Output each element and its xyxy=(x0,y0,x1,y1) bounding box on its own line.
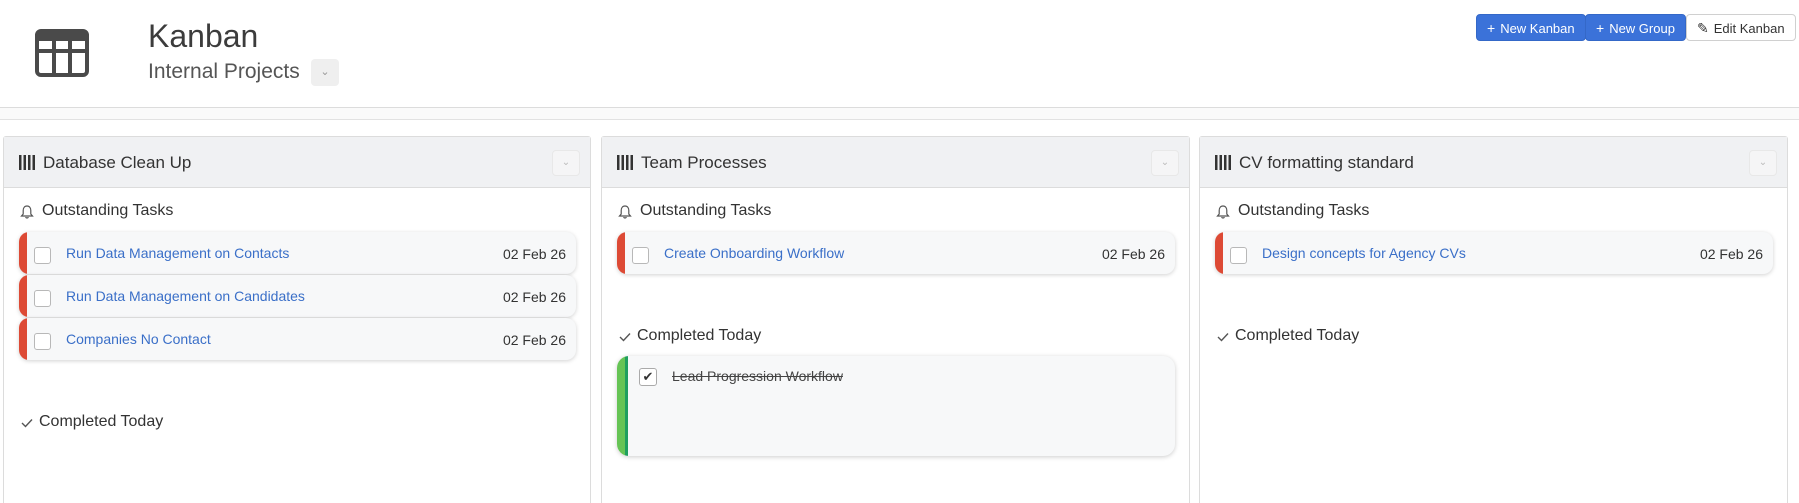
check-icon: ✔ xyxy=(642,369,654,384)
kanban-column: CV formatting standard ⌄ Outstanding Tas… xyxy=(1199,136,1788,503)
task-due-date: 02 Feb 26 xyxy=(1699,246,1763,262)
check-icon xyxy=(619,333,631,342)
overdue-stripe xyxy=(617,232,625,274)
completed-today-heading: Completed Today xyxy=(637,327,762,344)
check-icon xyxy=(21,419,33,428)
column-header: CV formatting standard ⌄ xyxy=(1200,137,1787,188)
columns-icon xyxy=(617,155,633,170)
kanban-selector-dropdown[interactable]: ⌄ xyxy=(311,59,339,86)
completed-task-card[interactable]: ✔ Lead Progression Workflow xyxy=(617,356,1175,456)
completed-today-heading: Completed Today xyxy=(39,413,164,430)
edit-kanban-button[interactable]: ✎ Edit Kanban xyxy=(1686,14,1796,41)
task-due-date: 02 Feb 26 xyxy=(502,246,566,262)
columns-icon xyxy=(1215,155,1231,170)
column-title: Team Processes xyxy=(641,153,767,172)
new-kanban-button[interactable]: + New Kanban xyxy=(1476,14,1586,41)
column-menu-button[interactable]: ⌄ xyxy=(1151,150,1179,176)
task-card[interactable]: Run Data Management on Contacts 02 Feb 2… xyxy=(19,232,576,274)
page-title: Kanban xyxy=(148,18,259,54)
outstanding-tasks-heading: Outstanding Tasks xyxy=(1238,202,1370,219)
task-link[interactable]: Run Data Management on Contacts xyxy=(66,245,289,261)
task-due-date: 02 Feb 26 xyxy=(502,289,566,305)
column-title: Database Clean Up xyxy=(43,153,192,172)
kanban-selector-label: Internal Projects xyxy=(148,60,300,83)
page-header: Kanban Internal Projects ⌄ + New Kanban +… xyxy=(0,0,1799,108)
task-checkbox[interactable] xyxy=(34,290,51,307)
task-link[interactable]: Design concepts for Agency CVs xyxy=(1262,245,1466,261)
check-icon xyxy=(1217,333,1229,342)
outstanding-tasks-heading: Outstanding Tasks xyxy=(42,202,174,219)
task-checkbox[interactable] xyxy=(632,247,649,264)
task-card[interactable]: Create Onboarding Workflow 02 Feb 26 xyxy=(617,232,1175,274)
table-icon xyxy=(35,29,89,77)
task-card[interactable]: Companies No Contact 02 Feb 26 xyxy=(19,318,576,360)
outstanding-tasks-heading: Outstanding Tasks xyxy=(640,202,772,219)
task-card[interactable]: Design concepts for Agency CVs 02 Feb 26 xyxy=(1215,232,1773,274)
chevron-down-icon: ⌄ xyxy=(1758,157,1768,168)
task-link[interactable]: Run Data Management on Candidates xyxy=(66,288,305,304)
column-title: CV formatting standard xyxy=(1239,153,1414,172)
columns-icon xyxy=(19,155,35,170)
task-due-date: 02 Feb 26 xyxy=(502,332,566,348)
overdue-stripe xyxy=(19,232,27,274)
chevron-down-icon: ⌄ xyxy=(561,157,571,168)
kanban-column: Database Clean Up ⌄ Outstanding Tasks Ru… xyxy=(3,136,591,503)
task-checkbox[interactable] xyxy=(34,333,51,350)
done-stripe xyxy=(617,356,625,456)
bell-icon xyxy=(1216,205,1230,219)
task-due-date: 02 Feb 26 xyxy=(1101,246,1165,262)
task-checkbox-checked[interactable]: ✔ xyxy=(639,368,657,386)
column-header: Database Clean Up ⌄ xyxy=(4,137,590,188)
column-header: Team Processes ⌄ xyxy=(602,137,1189,188)
task-card[interactable]: Run Data Management on Candidates 02 Feb… xyxy=(19,275,576,317)
overdue-stripe xyxy=(1215,232,1223,274)
task-link[interactable]: Companies No Contact xyxy=(66,331,211,347)
pencil-icon: ✎ xyxy=(1697,20,1709,36)
task-checkbox[interactable] xyxy=(34,247,51,264)
done-stripe-accent xyxy=(625,356,628,456)
new-group-button[interactable]: + New Group xyxy=(1585,14,1686,41)
overdue-stripe xyxy=(19,275,27,317)
overdue-stripe xyxy=(19,318,27,360)
bell-icon xyxy=(618,205,632,219)
completed-today-heading: Completed Today xyxy=(1235,327,1360,344)
column-menu-button[interactable]: ⌄ xyxy=(552,150,580,176)
plus-icon: + xyxy=(1596,20,1605,36)
task-link[interactable]: Create Onboarding Workflow xyxy=(664,245,844,261)
column-menu-button[interactable]: ⌄ xyxy=(1749,150,1777,176)
completed-task-name: Lead Progression Workflow xyxy=(672,368,843,384)
task-checkbox[interactable] xyxy=(1230,247,1247,264)
kanban-column: Team Processes ⌄ Outstanding Tasks Creat… xyxy=(601,136,1190,503)
bell-icon xyxy=(20,205,34,219)
plus-icon: + xyxy=(1487,20,1496,36)
chevron-down-icon: ⌄ xyxy=(1160,157,1170,168)
chevron-down-icon: ⌄ xyxy=(320,66,330,78)
header-divider xyxy=(0,108,1799,120)
